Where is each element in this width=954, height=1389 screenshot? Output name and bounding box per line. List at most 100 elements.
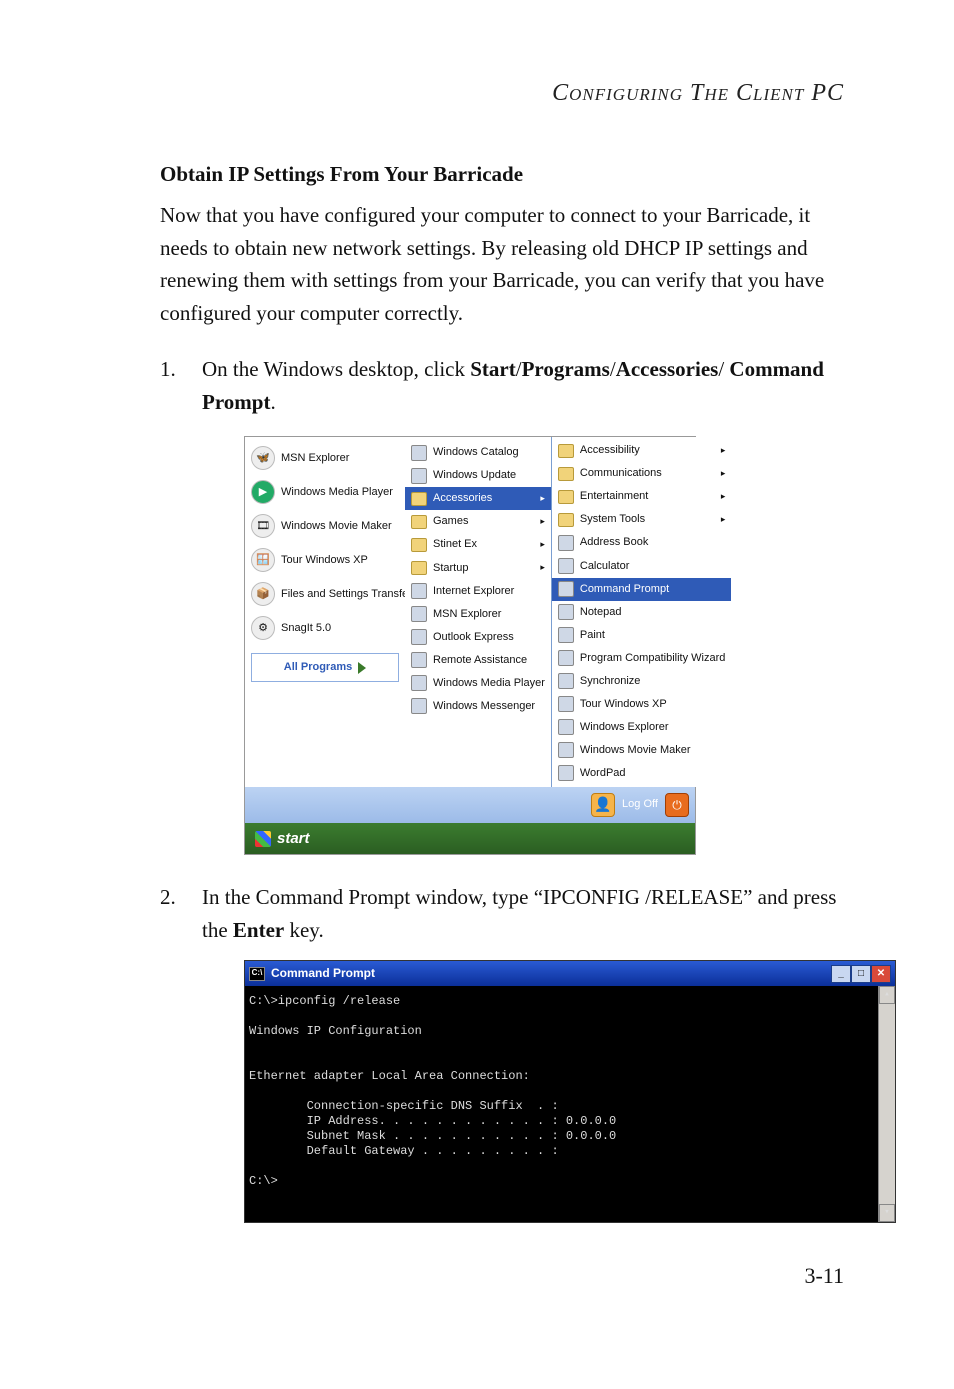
shutdown-icon[interactable]: ⏻ [665, 793, 689, 817]
app-icon: ⚙ [251, 616, 275, 640]
programs-item[interactable]: Accessories▸ [405, 487, 551, 510]
accessories-item[interactable]: Calculator [552, 555, 731, 578]
startmenu-left-column: 🦋MSN Explorer ▶Windows Media Player 🎞Win… [245, 437, 405, 787]
accessories-item[interactable]: Synchronize [552, 670, 731, 693]
app-icon [411, 445, 427, 461]
step-2-bold-enter: Enter [233, 918, 284, 942]
startmenu-left-item[interactable]: ⚙SnagIt 5.0 [245, 611, 405, 645]
folder-icon [558, 444, 574, 458]
folder-icon [558, 490, 574, 504]
app-icon [411, 583, 427, 599]
programs-item[interactable]: Windows Messenger [405, 695, 551, 718]
close-button[interactable]: ✕ [871, 965, 891, 983]
step-1-bold-start: Start [470, 357, 516, 381]
startmenu-left-item[interactable]: 🪟Tour Windows XP [245, 543, 405, 577]
submenu-arrow-icon: ▸ [721, 444, 726, 458]
startmenu-left-item[interactable]: 🎞Windows Movie Maker [245, 509, 405, 543]
maximize-button[interactable]: □ [851, 965, 871, 983]
logoff-icon[interactable]: 👤 [591, 793, 615, 817]
accessories-item[interactable]: Program Compatibility Wizard [552, 647, 731, 670]
startmenu-programs-column: Windows CatalogWindows UpdateAccessories… [405, 437, 551, 787]
app-icon [558, 604, 574, 620]
running-header: Configuring The Client PC [160, 80, 844, 107]
start-button[interactable]: start [245, 823, 695, 854]
minimize-button[interactable]: _ [831, 965, 851, 983]
submenu-arrow-icon: ▸ [721, 490, 726, 504]
programs-item[interactable]: Stinet Ex▸ [405, 533, 551, 556]
triangle-icon [358, 662, 366, 674]
programs-item[interactable]: Remote Assistance [405, 649, 551, 672]
step-1-number: 1. [160, 353, 176, 386]
accessories-item[interactable]: WordPad [552, 762, 731, 785]
scroll-down-button[interactable]: ▾ [879, 1204, 895, 1222]
app-icon: 📦 [251, 582, 275, 606]
cmd-title-text: Command Prompt [271, 964, 375, 983]
startmenu-accessories-column: Accessibility▸Communications▸Entertainme… [551, 437, 731, 787]
app-icon [558, 765, 574, 781]
programs-item[interactable]: Windows Update [405, 464, 551, 487]
startmenu-left-item[interactable]: ▶Windows Media Player [245, 475, 405, 509]
submenu-arrow-icon: ▸ [540, 561, 545, 575]
accessories-item[interactable]: Entertainment▸ [552, 485, 731, 508]
accessories-item[interactable]: Paint [552, 624, 731, 647]
app-icon [558, 742, 574, 758]
app-icon: 🦋 [251, 446, 275, 470]
app-icon [558, 535, 574, 551]
step-1: 1. On the Windows desktop, click Start/P… [160, 353, 844, 855]
programs-item[interactable]: Windows Media Player [405, 672, 551, 695]
intro-paragraph: Now that you have configured your comput… [160, 199, 844, 329]
cmd-body[interactable]: C:\>ipconfig /release Windows IP Configu… [245, 986, 895, 1222]
app-icon [411, 675, 427, 691]
cmd-titlebar: C:\ Command Prompt _ □ ✕ [245, 961, 895, 986]
programs-item[interactable]: Internet Explorer [405, 580, 551, 603]
app-icon: 🎞 [251, 514, 275, 538]
step-1-bold-accessories: Accessories [616, 357, 719, 381]
app-icon [411, 606, 427, 622]
app-icon [558, 558, 574, 574]
folder-icon [558, 467, 574, 481]
accessories-item[interactable]: System Tools▸ [552, 508, 731, 531]
accessories-item[interactable]: Accessibility▸ [552, 439, 731, 462]
step-1-bold-programs: Programs [522, 357, 610, 381]
submenu-arrow-icon: ▸ [540, 538, 545, 552]
accessories-item[interactable]: Notepad [552, 601, 731, 624]
accessories-item[interactable]: Address Book [552, 531, 731, 554]
step-2-number: 2. [160, 881, 176, 914]
folder-icon [558, 513, 574, 527]
submenu-arrow-icon: ▸ [721, 513, 726, 527]
app-icon [411, 652, 427, 668]
step-2: 2. In the Command Prompt window, type “I… [160, 881, 844, 1223]
cmd-icon: C:\ [249, 967, 265, 981]
cmd-output: C:\>ipconfig /release Windows IP Configu… [249, 994, 616, 1188]
programs-item[interactable]: Startup▸ [405, 557, 551, 580]
app-icon [558, 627, 574, 643]
cmd-scrollbar[interactable]: ▴▾ [878, 986, 895, 1222]
scroll-up-button[interactable]: ▴ [879, 986, 895, 1004]
programs-item[interactable]: Games▸ [405, 510, 551, 533]
app-icon [411, 629, 427, 645]
section-title: Obtain IP Settings From Your Barricade [160, 162, 844, 187]
accessories-item[interactable]: Windows Movie Maker [552, 739, 731, 762]
app-icon [558, 696, 574, 712]
startmenu-left-item[interactable]: 🦋MSN Explorer [245, 441, 405, 475]
windows-flag-icon [255, 831, 271, 847]
folder-icon [411, 515, 427, 529]
accessories-item[interactable]: Command Prompt [552, 578, 731, 601]
programs-item[interactable]: MSN Explorer [405, 603, 551, 626]
accessories-item[interactable]: Windows Explorer [552, 716, 731, 739]
folder-icon [411, 561, 427, 575]
accessories-item[interactable]: Communications▸ [552, 462, 731, 485]
folder-icon [411, 492, 427, 506]
app-icon [411, 698, 427, 714]
all-programs-button[interactable]: All Programs [251, 653, 399, 682]
app-icon [411, 468, 427, 484]
app-icon [558, 673, 574, 689]
submenu-arrow-icon: ▸ [540, 515, 545, 529]
startmenu-left-item[interactable]: 📦Files and Settings Transfer Wizard [245, 577, 405, 611]
accessories-item[interactable]: Tour Windows XP [552, 693, 731, 716]
programs-item[interactable]: Outlook Express [405, 626, 551, 649]
programs-item[interactable]: Windows Catalog [405, 441, 551, 464]
logoff-row: 👤 Log Off ⏻ [245, 787, 695, 823]
logoff-label[interactable]: Log Off [622, 798, 658, 810]
step-1-text-pre: On the Windows desktop, click [202, 357, 470, 381]
